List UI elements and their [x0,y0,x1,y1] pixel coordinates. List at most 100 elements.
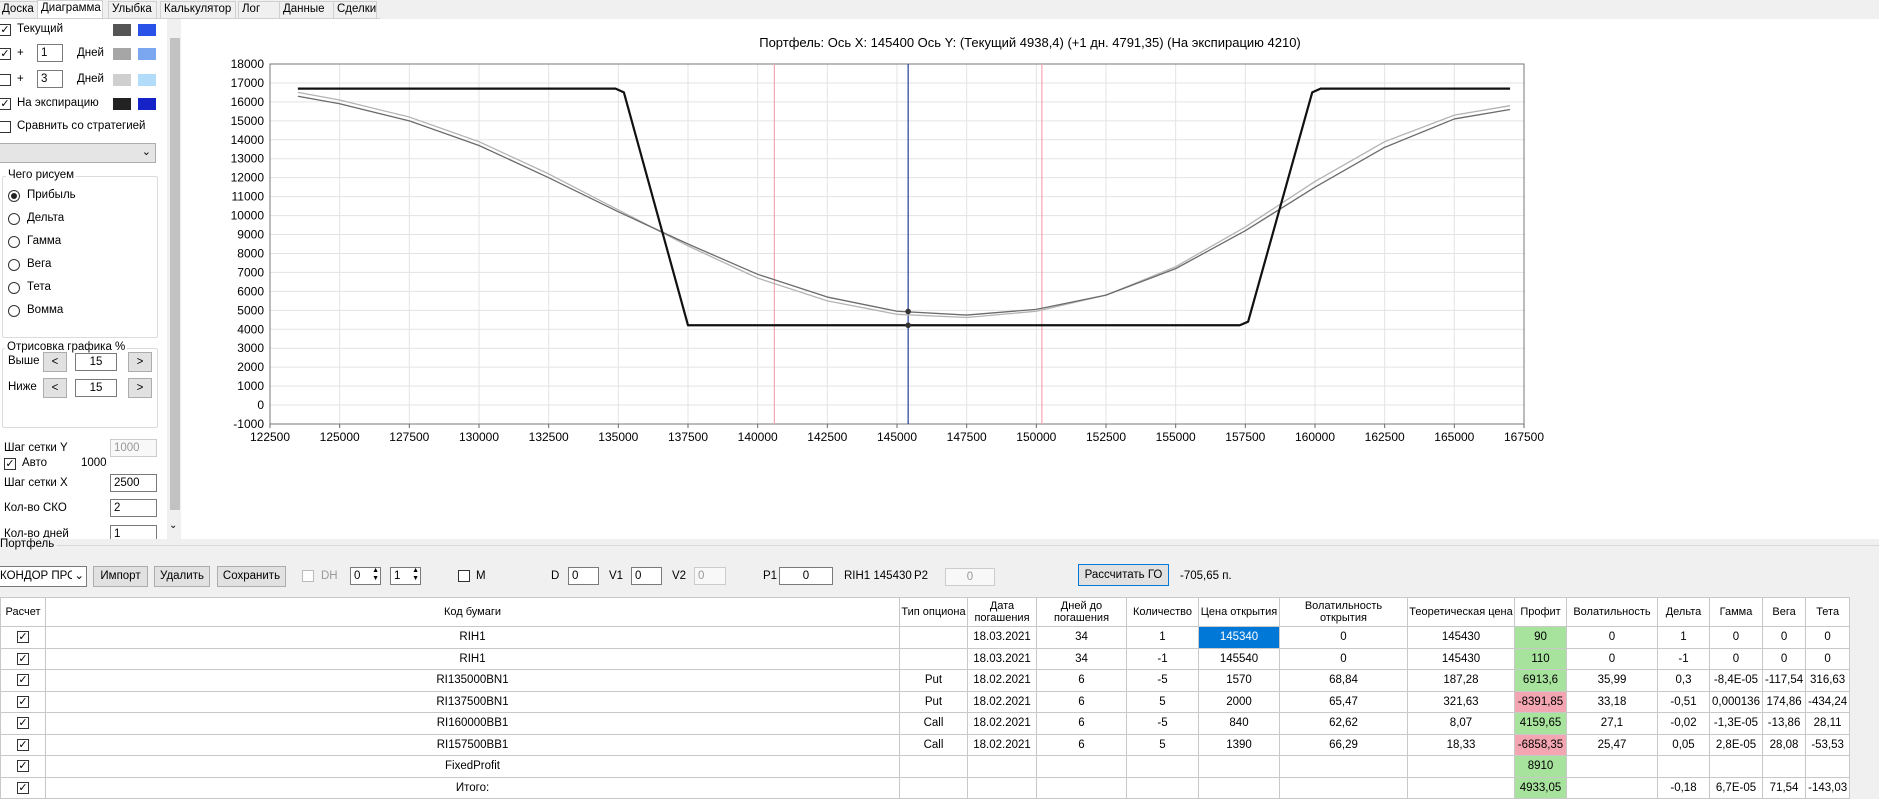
col-header-days[interactable]: Дней до погашения [1036,597,1127,627]
col-header-profit[interactable]: Профит [1514,597,1567,627]
cell-type[interactable] [899,755,968,778]
cell-open-vol[interactable]: 0 [1279,626,1408,649]
radio-vega[interactable] [8,259,20,271]
cell-type[interactable]: Call [899,712,968,735]
cell-type[interactable]: Put [899,690,968,713]
cell-date[interactable] [967,776,1037,799]
p2-input[interactable]: 0 [945,568,995,586]
cell-profit[interactable]: 4159,65 [1514,712,1567,735]
cell-calc[interactable]: ✓ [0,669,46,692]
cell-date[interactable]: 18.03.2021 [967,626,1037,649]
cell-qty[interactable]: 5 [1126,690,1199,713]
cell-calc[interactable]: ✓ [0,755,46,778]
cell-type[interactable] [899,626,968,649]
cell-delta[interactable] [1657,755,1710,778]
cell-profit[interactable]: 90 [1514,626,1567,649]
cell-theo-price[interactable] [1407,776,1515,799]
col-header-qty[interactable]: Количество [1126,597,1199,627]
col-header-vega[interactable]: Вега [1761,597,1807,627]
cell-days[interactable]: 34 [1036,647,1127,670]
calc-checkbox[interactable]: ✓ [17,674,29,687]
cell-gamma[interactable]: 2,8E-05 [1709,733,1763,756]
cell-theta[interactable]: 28,11 [1805,712,1851,735]
cell-delta[interactable]: -0,51 [1657,690,1710,713]
cell-vega[interactable]: 28,08 [1761,733,1807,756]
calc-checkbox[interactable]: ✓ [17,695,29,708]
calculate-go-button[interactable]: Рассчитать ГО [1078,564,1169,586]
cell-open-price[interactable]: 145340 [1198,626,1280,649]
grid-x-input[interactable]: 2500 [110,474,157,492]
cell-type[interactable] [899,647,968,670]
cell-profit[interactable]: 6913,6 [1514,669,1567,692]
expiration-color-swatch[interactable] [113,98,131,110]
cell-open-price[interactable] [1198,776,1280,799]
cell-gamma[interactable]: 0,000136 [1709,690,1763,713]
v2-input[interactable]: 0 [694,567,726,585]
plus-days-1-color-swatch-alt[interactable] [138,48,156,60]
table-row[interactable]: ✓ RIH1 18.03.2021 34 -1 145540 0 145430 110 0 -1 0 0… [0,647,1851,670]
cell-gamma[interactable]: -1,3E-05 [1709,712,1763,735]
cell-vega[interactable]: -117,54 [1761,669,1807,692]
above-increase-button[interactable]: > [128,352,152,372]
cell-open-vol[interactable]: 0 [1279,647,1408,670]
cell-open-vol[interactable]: 66,29 [1279,733,1408,756]
cell-vol[interactable]: 25,47 [1566,733,1658,756]
dh-checkbox[interactable] [302,570,314,582]
plus-days-3-color-swatch[interactable] [113,74,131,86]
above-input[interactable]: 15 [75,353,117,371]
cell-theta[interactable]: -434,24 [1805,690,1851,713]
cell-days[interactable]: 6 [1036,669,1127,692]
current-color-swatch-alt[interactable] [138,24,156,36]
v1-input[interactable]: 0 [631,567,662,585]
cell-theo-price[interactable]: 145430 [1407,626,1515,649]
cell-theta[interactable] [1805,755,1851,778]
plus-days-3-checkbox[interactable] [0,74,11,86]
d-input[interactable]: 0 [568,567,599,585]
tab-smile[interactable]: Улыбка [108,1,157,18]
cell-gamma[interactable]: -8,4E-05 [1709,669,1763,692]
cell-delta[interactable]: -0,18 [1657,776,1710,799]
plus-days-3-input[interactable]: 3 [37,70,63,88]
cell-vega[interactable]: -13,86 [1761,712,1807,735]
cell-vega[interactable]: 0 [1761,647,1807,670]
col-header-code[interactable]: Код бумаги [45,597,900,627]
cell-vol[interactable]: 35,99 [1566,669,1658,692]
col-header-theo-price[interactable]: Теоретическая цена [1407,597,1515,627]
cell-date[interactable]: 18.03.2021 [967,647,1037,670]
cell-gamma[interactable] [1709,755,1763,778]
col-header-open-vol[interactable]: Волатильность открытия [1279,597,1408,627]
cell-theta[interactable]: -143,03 [1805,776,1851,799]
cell-code[interactable]: Итого: [45,776,900,799]
cell-theo-price[interactable]: 321,63 [1407,690,1515,713]
cell-code[interactable]: RI160000BB1 [45,712,900,735]
tab-data[interactable]: Данные [279,1,334,18]
cell-date[interactable]: 18.02.2021 [967,712,1037,735]
cell-profit[interactable]: 8910 [1514,755,1567,778]
spin-arrows-icon[interactable]: ▲ ▼ [372,567,379,583]
radio-vomma[interactable] [8,305,20,317]
p1-input[interactable]: 0 [779,567,833,585]
cell-delta[interactable]: 0,05 [1657,733,1710,756]
cell-calc[interactable]: ✓ [0,626,46,649]
spin-arrows-icon[interactable]: ▲ ▼ [412,567,419,583]
cell-code[interactable]: FixedProfit [45,755,900,778]
current-checkbox[interactable]: ✓ [0,24,11,36]
cell-gamma[interactable]: 6,7E-05 [1709,776,1763,799]
days-count-input[interactable]: 1 [110,525,157,539]
cell-vega[interactable]: 0 [1761,626,1807,649]
cell-profit[interactable]: 110 [1514,647,1567,670]
above-decrease-button[interactable]: < [43,352,67,372]
grid-y-input[interactable]: 1000 [110,439,157,457]
table-row[interactable]: ✓ FixedProfit 8910 [0,755,1851,778]
cell-open-price[interactable]: 840 [1198,712,1280,735]
cell-theo-price[interactable]: 187,28 [1407,669,1515,692]
table-row[interactable]: ✓ Итого: 4933,05 -0,18 6,7E-05 71,54 -143,03 [0,776,1851,799]
cell-open-vol[interactable]: 68,84 [1279,669,1408,692]
radio-theta[interactable] [8,282,20,294]
scroll-down-icon[interactable]: ⌄ [169,520,177,531]
col-header-gamma[interactable]: Гамма [1709,597,1763,627]
cell-code[interactable]: RI157500BB1 [45,733,900,756]
cell-open-price[interactable]: 1390 [1198,733,1280,756]
cell-days[interactable]: 6 [1036,712,1127,735]
cell-qty[interactable]: -1 [1126,647,1199,670]
